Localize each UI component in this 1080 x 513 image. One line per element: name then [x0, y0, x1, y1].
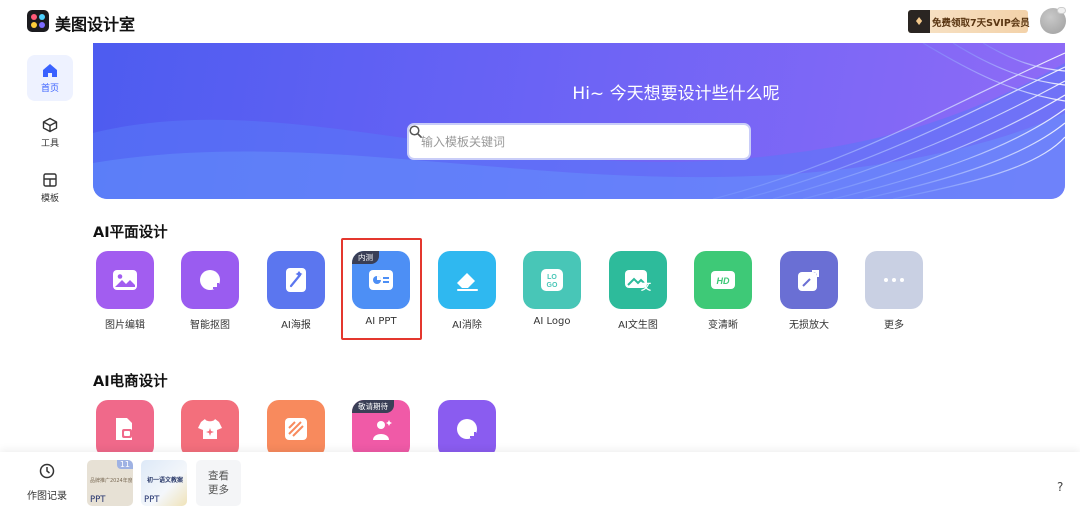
recent-thumb[interactable]: 品牌推广2024年度总结方案 11 PPT: [87, 460, 133, 506]
tool-ecommerce-model[interactable]: 敬请期待: [352, 400, 410, 458]
clock-icon: [39, 463, 55, 479]
pattern-icon: [285, 418, 307, 440]
tool-lossless-enlarge[interactable]: [780, 251, 838, 309]
tool-ecommerce-product[interactable]: [96, 400, 154, 458]
text-to-image-icon: 文: [625, 270, 652, 291]
diamond-icon: ♦: [908, 10, 930, 33]
more-icon: [884, 278, 904, 282]
image-icon: [113, 270, 137, 290]
hd-icon: HD: [711, 271, 735, 289]
vip-promo-label: 免费领取7天SVIP会员: [932, 17, 1030, 29]
tool-ai-eraser[interactable]: [438, 251, 496, 309]
tool-label: AI Logo: [533, 316, 571, 327]
tool-ai-text-to-image[interactable]: 文: [609, 251, 667, 309]
search-icon: [409, 125, 422, 138]
hero-banner: Hi~ 今天想要设计些什么呢 输入模板关键词: [93, 43, 1065, 199]
sidebar-item-label: 首页: [40, 83, 59, 94]
sidebar-item-label: 工具: [40, 139, 59, 149]
box-icon: [42, 117, 58, 133]
banner-greeting: Hi~ 今天想要设计些什么呢: [572, 84, 780, 104]
tool-label: 智能抠图: [190, 320, 230, 331]
tool-ecommerce-clothing[interactable]: [181, 400, 239, 458]
logo-icon: LOGO: [541, 269, 563, 291]
view-more-button[interactable]: 查看更多: [196, 460, 241, 506]
template-search-input[interactable]: 输入模板关键词: [407, 123, 751, 160]
app-logo[interactable]: [27, 10, 49, 32]
sidebar-item-home[interactable]: 首页: [27, 55, 73, 101]
thumb-count: 11: [116, 460, 133, 469]
sidebar-item-templates[interactable]: 模板: [27, 165, 73, 211]
clothing-icon: [198, 419, 222, 439]
history-button[interactable]: 作图记录: [22, 463, 72, 502]
app-title[interactable]: 美图设计室: [55, 11, 135, 35]
thumb-tag: PPT: [90, 495, 106, 505]
cutout-icon: [457, 419, 477, 439]
tool-label: AI文生图: [618, 320, 658, 331]
svg-text:GO: GO: [547, 282, 558, 289]
help-button[interactable]: ?: [1057, 480, 1063, 494]
tool-ecommerce-pattern[interactable]: [267, 400, 325, 458]
tool-label: AI消除: [452, 320, 482, 331]
tool-enhance[interactable]: HD: [694, 251, 752, 309]
section-title-ai-ecommerce: AI电商设计: [93, 374, 168, 390]
model-icon: [373, 420, 392, 440]
tool-ai-poster[interactable]: [267, 251, 325, 309]
thumb-caption: 初一语文教案: [147, 477, 184, 484]
cutout-icon: [200, 270, 220, 290]
coming-soon-badge: 敬请期待: [352, 400, 394, 413]
thumb-caption: 品牌推广2024年度总结方案: [90, 478, 132, 484]
tool-label: 更多: [884, 320, 904, 331]
view-more-label: 查看更多: [208, 470, 229, 496]
recent-thumb[interactable]: 初一语文教案 PPT: [141, 460, 187, 506]
tool-ai-logo[interactable]: LO GO: [523, 251, 581, 309]
tool-image-edit[interactable]: [96, 251, 154, 309]
history-label: 作图记录: [27, 491, 67, 502]
tool-label: 无损放大: [789, 320, 829, 331]
template-icon: [43, 173, 57, 187]
enlarge-icon: [798, 270, 819, 291]
home-icon: [43, 63, 57, 77]
section-title-ai-graphic: AI平面设计: [93, 225, 168, 241]
product-icon: [116, 418, 132, 440]
svg-text:HD: HD: [717, 276, 730, 286]
poster-icon: [286, 268, 306, 292]
search-placeholder: 输入模板关键词: [421, 135, 506, 149]
top-header: 美图设计室 ♦ 免费领取7天SVIP会员: [0, 0, 1080, 44]
tool-label: 图片编辑: [105, 320, 145, 331]
svg-text:LO: LO: [547, 274, 557, 281]
sidebar-item-label: 模板: [40, 194, 59, 204]
eraser-icon: [457, 273, 478, 291]
tool-label: AI海报: [281, 320, 311, 331]
highlight-box: [341, 238, 422, 340]
vip-promo-button[interactable]: ♦ 免费领取7天SVIP会员: [908, 10, 1030, 33]
tool-smart-cutout[interactable]: [181, 251, 239, 309]
svg-text:文: 文: [641, 280, 652, 291]
tool-ecommerce-cutout[interactable]: [438, 400, 496, 458]
notification-dot: [1057, 7, 1066, 14]
tool-more[interactable]: [865, 251, 923, 309]
tool-label: 变清晰: [708, 320, 738, 331]
sidebar-item-tools[interactable]: 工具: [27, 110, 73, 156]
thumb-tag: PPT: [144, 495, 160, 505]
banner-wave-decoration: [93, 43, 1065, 199]
